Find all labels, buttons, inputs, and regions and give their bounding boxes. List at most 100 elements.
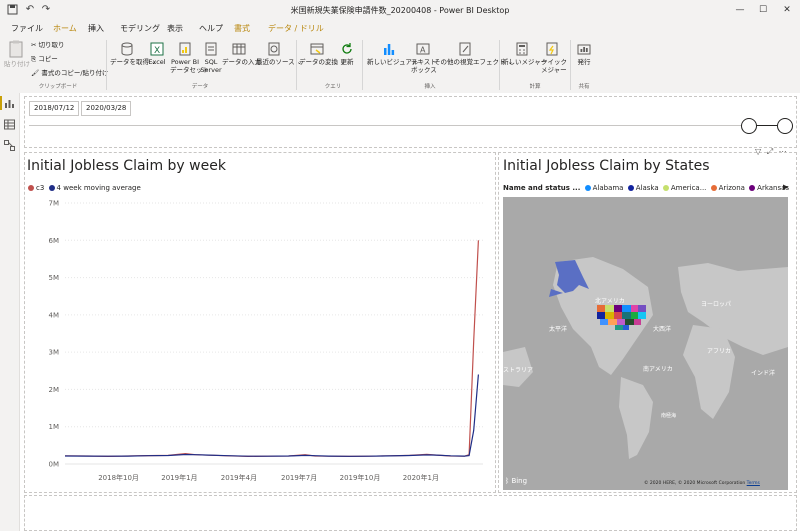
legend-item-alaska[interactable]: Alaska	[627, 184, 659, 192]
group-label-clipboard: クリップボード	[38, 84, 78, 90]
focus-mode-icon[interactable]: ⤢	[767, 147, 773, 156]
legend-swatch	[749, 184, 756, 191]
sql-server-button[interactable]: SQL Server	[200, 42, 222, 74]
legend-swatch	[28, 184, 34, 191]
data-view-icon[interactable]	[4, 119, 15, 130]
database-icon	[121, 42, 133, 56]
title-bar: ↶ ↷ 米国新規失業保険申請件数_20200408 - Power BI Des…	[0, 0, 800, 20]
series-line-c3[interactable]	[64, 240, 479, 458]
legend-item-alabama[interactable]: Alabama	[584, 184, 623, 192]
table-icon	[232, 43, 246, 55]
ribbon: 貼り付け ✂ 切り取り ⎘ コピー 🖌 書式のコピー/貼り付け クリップボード …	[0, 36, 800, 94]
refresh-button[interactable]: 更新	[337, 42, 357, 66]
tab-data-drill[interactable]: データ / ドリル	[268, 23, 324, 34]
legend-swatch	[48, 184, 55, 191]
publish-button[interactable]: 発行	[574, 42, 594, 66]
more-options-icon[interactable]: ⋯	[779, 147, 787, 156]
tab-help[interactable]: ヘルプ	[199, 23, 223, 34]
copy-button[interactable]: ⎘ コピー	[31, 55, 58, 63]
more-visuals-button[interactable]: その他の視覚エフェクト ⌄	[434, 42, 513, 66]
quick-measure-label-1: クイック	[541, 58, 567, 66]
map-canvas[interactable]: 北アメリカ ヨーロッパ 太平洋 大西洋 アフリカ 南アメリカ インド洋 ストラリ…	[503, 197, 788, 490]
slicer-start-handle[interactable]	[741, 118, 757, 134]
filter-icon[interactable]: ▽	[755, 147, 761, 156]
map-attribution: © 2020 HERE, © 2020 Microsoft Corporatio…	[644, 481, 760, 486]
slicer-end-date[interactable]: 2020/03/28	[81, 101, 132, 116]
legend-item-arizona[interactable]: Arizona	[710, 184, 745, 192]
series-line-moving-average[interactable]	[64, 374, 479, 457]
y-tick-label: 2M	[49, 386, 60, 394]
refresh-icon	[342, 43, 352, 54]
group-label-data: データ	[191, 84, 209, 90]
quick-measure-button[interactable]: クイック メジャー	[541, 42, 567, 74]
x-tick-label: 2018年10月	[98, 473, 139, 482]
legend-label: America...	[670, 184, 707, 192]
get-data-label: データを取得	[110, 58, 149, 66]
line-chart-visual[interactable]: Initial Jobless Claim by week c3 4 week …	[24, 152, 496, 493]
dataset-icon	[179, 42, 191, 56]
calculator-icon	[516, 42, 528, 56]
label-south-ocean: 南極海	[661, 413, 677, 419]
close-button[interactable]: ✕	[777, 3, 797, 17]
publish-label: 発行	[577, 58, 591, 66]
tab-modeling[interactable]: モデリング	[120, 23, 160, 34]
maximize-button[interactable]: ☐	[753, 3, 773, 17]
tab-home[interactable]: ホーム	[53, 23, 77, 38]
recent-sources-icon	[268, 42, 280, 56]
get-data-button[interactable]: データを取得 ⌄	[110, 42, 157, 66]
label-europe: ヨーロッパ	[701, 301, 732, 308]
report-canvas: 2018/07/12 2020/03/28 Initial Jobless Cl…	[20, 93, 800, 531]
legend-next-arrow[interactable]: ▶	[783, 183, 788, 191]
ribbon-tabs: ファイル ホーム 挿入 モデリング 表示 ヘルプ 書式 データ / ドリル	[0, 20, 800, 38]
legend-item-c3[interactable]: c3	[28, 184, 44, 192]
slicer-range	[755, 125, 777, 126]
slicer-end-handle[interactable]	[777, 118, 793, 134]
recent-sources-button[interactable]: 最近のソース ⌄	[256, 42, 302, 66]
date-slicer[interactable]: 2018/07/12 2020/03/28	[24, 96, 797, 148]
textbox-button[interactable]: A テキスト ボックス	[411, 42, 437, 74]
pbi-datasets-button[interactable]: Power BI データセット	[170, 42, 209, 74]
pbi-datasets-label-1: Power BI	[170, 58, 200, 66]
sql-label-2: Server	[200, 66, 222, 74]
legend-item-moving-average[interactable]: 4 week moving average	[48, 184, 141, 192]
format-painter-label: 書式のコピー/貼り付け	[41, 69, 109, 77]
tab-file[interactable]: ファイル	[11, 23, 43, 34]
tab-view[interactable]: 表示	[167, 23, 183, 34]
tab-format[interactable]: 書式	[234, 23, 250, 34]
view-switcher	[0, 93, 20, 531]
paste-button[interactable]: 貼り付け	[4, 40, 30, 68]
new-visual-button[interactable]: 新しいビジュアル	[367, 42, 418, 66]
transform-icon	[310, 43, 324, 55]
cut-button[interactable]: ✂ 切り取り	[31, 41, 65, 49]
line-chart-plot[interactable]: 0M 1M 2M 3M 4M 5M 6M 7M 2018年10月 2019年1月 2019年4月 20…	[25, 195, 491, 490]
legend-item-american-samoa[interactable]: America...	[662, 184, 707, 192]
minimize-button[interactable]: —	[730, 3, 750, 17]
report-view-icon[interactable]	[4, 98, 15, 109]
excel-button[interactable]: X Excel	[147, 42, 167, 66]
x-tick-label: 2019年10月	[340, 473, 381, 482]
tab-insert[interactable]: 挿入	[88, 23, 104, 34]
new-measure-button[interactable]: 新しいメジャー	[502, 42, 547, 66]
sql-icon	[205, 42, 217, 56]
map-terms-link[interactable]: Terms	[747, 481, 760, 486]
y-tick-label: 6M	[49, 237, 60, 245]
group-label-insert: 挿入	[424, 84, 436, 90]
legend-swatch	[710, 184, 717, 191]
svg-text:A: A	[420, 46, 426, 55]
enter-data-button[interactable]: データの入力	[222, 42, 261, 66]
transform-data-button[interactable]: データの変換 ⌄	[299, 42, 346, 66]
bing-logo: ᛒ Bing	[505, 477, 527, 485]
y-tick-label: 7M	[49, 200, 60, 208]
window-title: 米国新規失業保険申請件数_20200408 - Power BI Desktop	[290, 6, 510, 15]
map-visual[interactable]: ▽ ⤢ ⋯ Initial Jobless Claim by States Na…	[498, 147, 797, 493]
model-view-icon[interactable]	[4, 140, 15, 151]
quick-measure-label-2: メジャー	[541, 66, 567, 74]
bing-label: Bing	[511, 477, 528, 485]
ribbon-separator	[296, 40, 297, 90]
visual-header: ▽ ⤢ ⋯	[755, 147, 787, 157]
y-tick-label: 0M	[49, 461, 60, 469]
format-painter-button[interactable]: 🖌 書式のコピー/貼り付け	[31, 69, 109, 77]
group-label-share: 共有	[578, 84, 590, 90]
line-chart-legend: c3 4 week moving average	[28, 184, 141, 192]
slicer-start-date[interactable]: 2018/07/12	[29, 101, 80, 116]
